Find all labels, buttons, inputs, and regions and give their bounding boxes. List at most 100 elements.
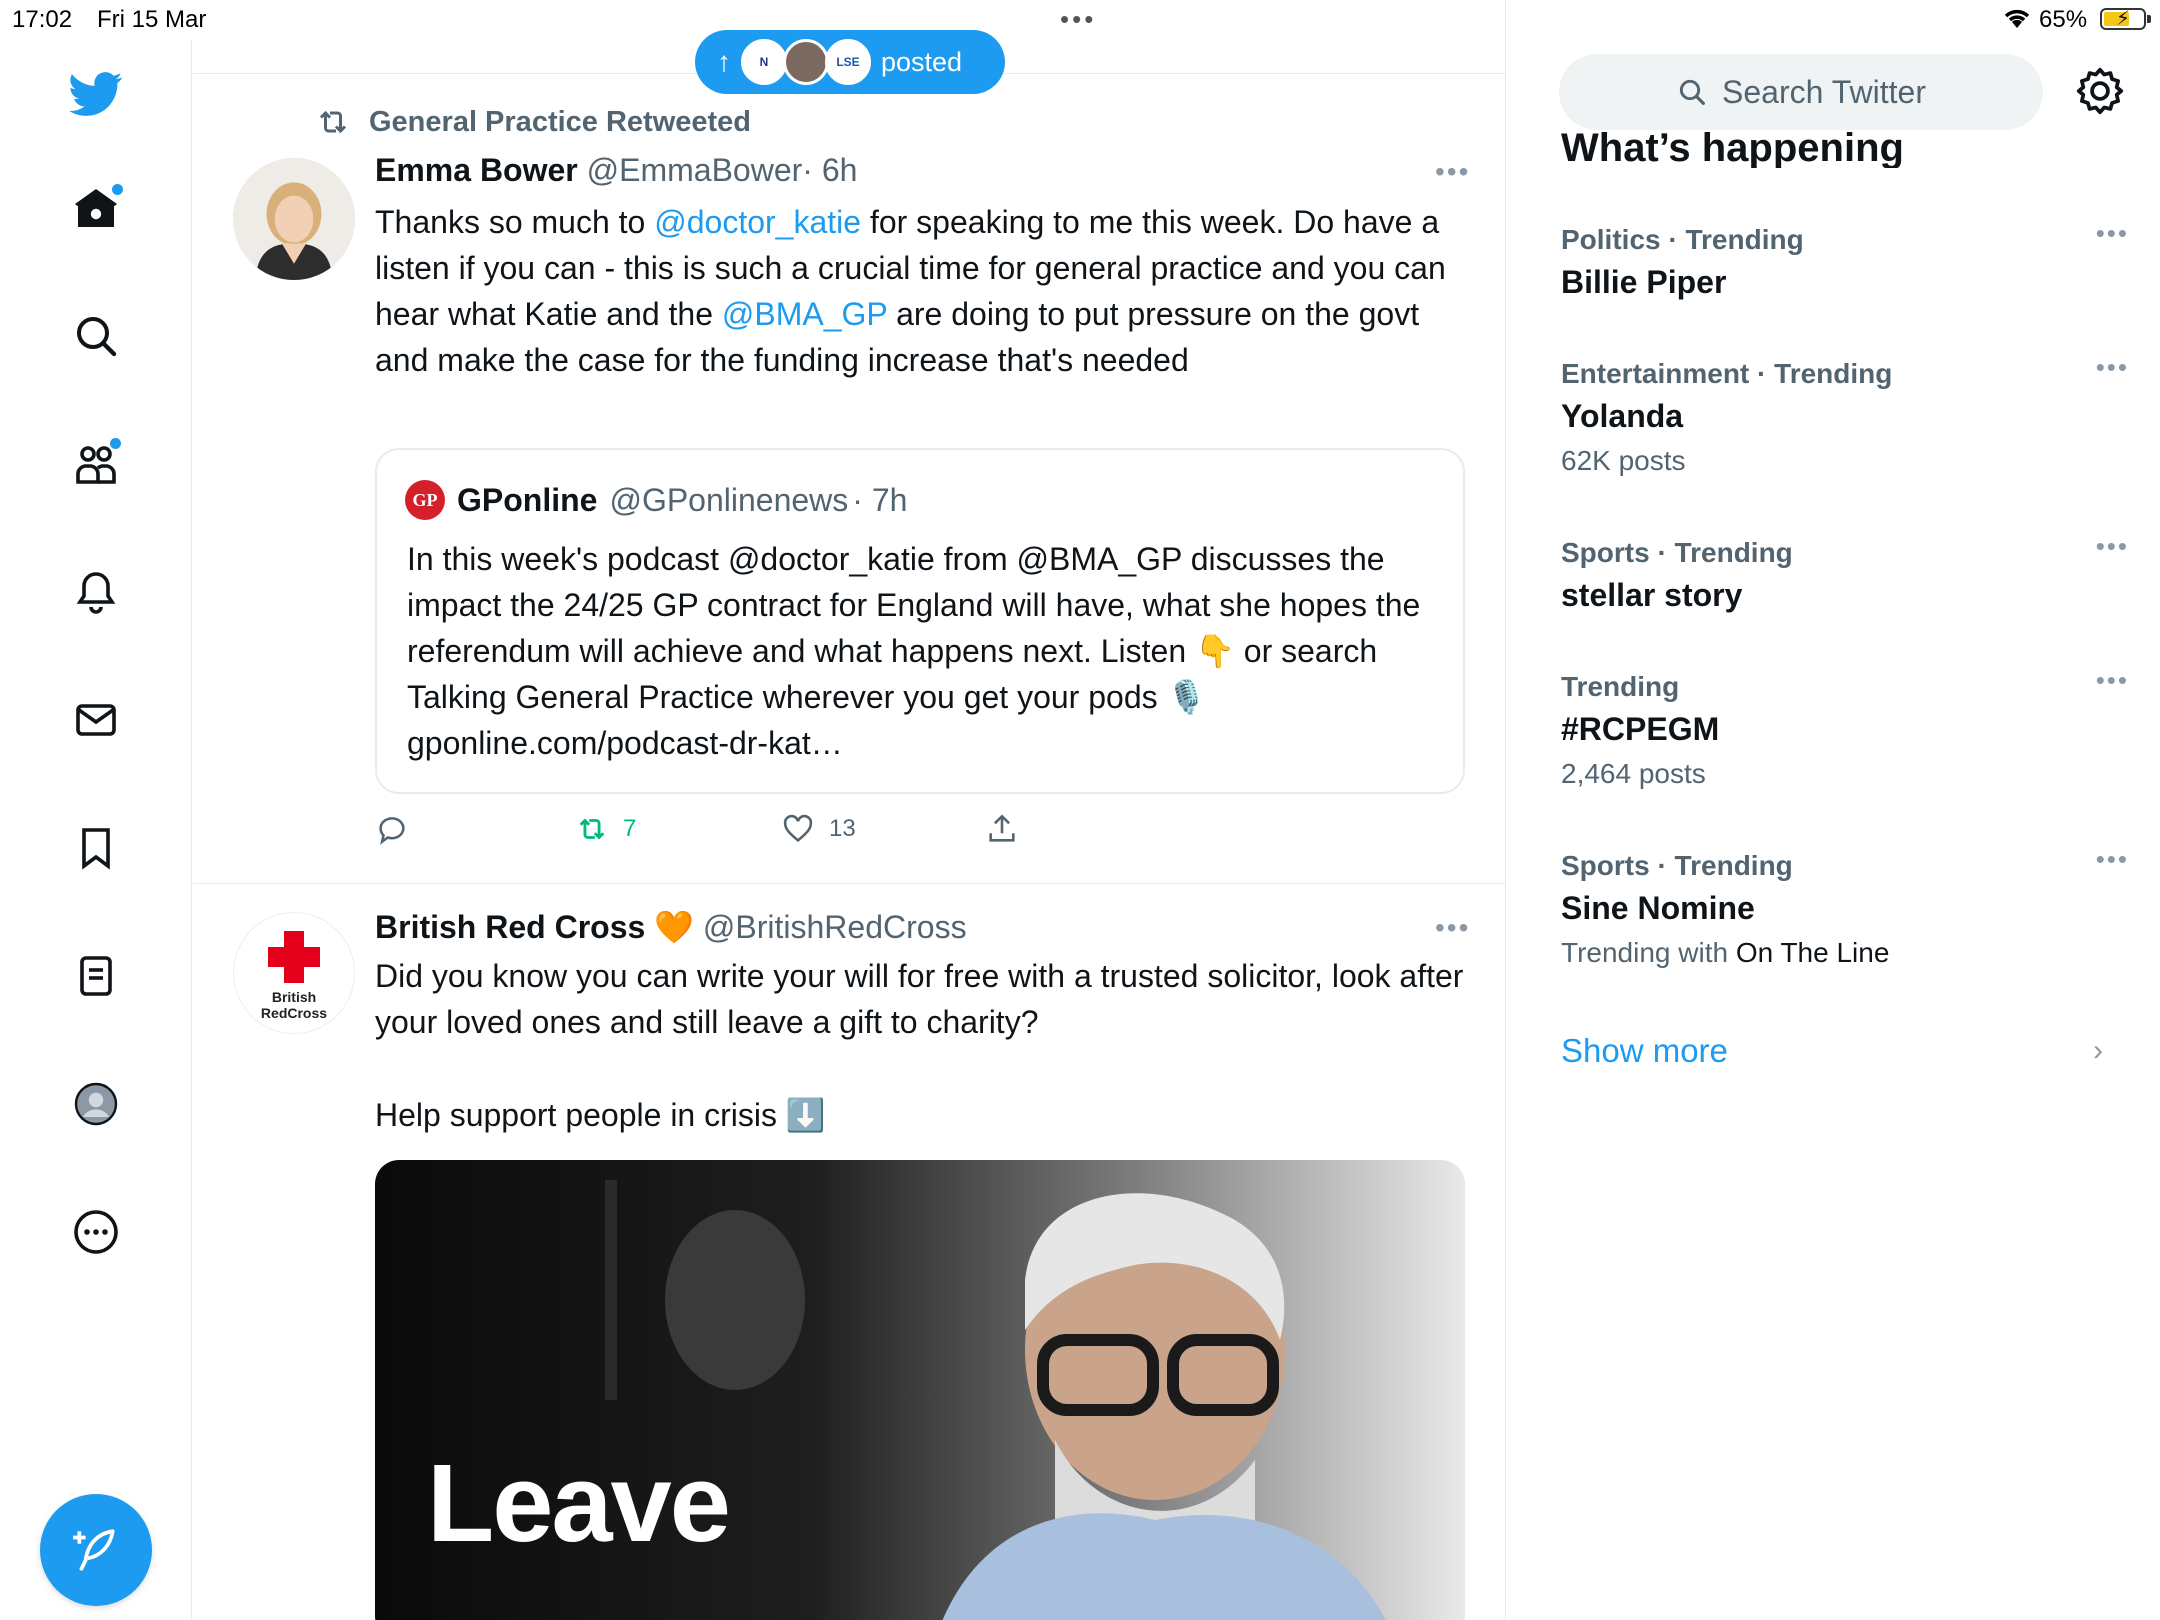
avatar-text-british: British xyxy=(271,989,317,1005)
right-sidebar: Search Twitter What’s happening Politics… xyxy=(1507,40,2160,1620)
mention-link[interactable]: @BMA_GP xyxy=(722,296,887,332)
whats-happening-title: What’s happening xyxy=(1561,126,1904,168)
search-icon xyxy=(1679,79,1705,105)
retweet-context[interactable]: General Practice Retweeted xyxy=(315,104,751,140)
settings-gear-icon[interactable] xyxy=(2075,66,2125,116)
tweet-divider xyxy=(193,883,1505,884)
retweet-action-icon xyxy=(579,818,605,840)
tweet1-actions: 7 13 xyxy=(193,812,1505,852)
compose-feather-icon xyxy=(73,1529,115,1571)
trend-title: Yolanda xyxy=(1561,398,1684,434)
trend-post-count: 62K posts xyxy=(1561,445,1686,476)
battery-icon: ⚡ xyxy=(2100,8,2151,30)
left-nav xyxy=(0,40,192,1620)
profile-avatar-icon[interactable] xyxy=(62,1070,130,1138)
trend-item[interactable]: Entertainment · Trending Yolanda 62K pos… xyxy=(1561,352,2127,477)
pill-avatar-rcn: N xyxy=(741,39,787,85)
like-count: 13 xyxy=(829,815,856,842)
reply-button[interactable] xyxy=(375,812,409,846)
quoted-tweet[interactable]: GP GPonline @GPonlinenews · 7h In this we… xyxy=(375,448,1465,794)
status-date: Fri 15 Mar xyxy=(97,6,207,33)
quote-header: GP GPonline @GPonlinenews · 7h xyxy=(405,480,907,520)
trend-item[interactable]: Trending #RCPEGM 2,464 posts ••• xyxy=(1561,665,2127,790)
trend-more-icon[interactable]: ••• xyxy=(2096,352,2129,383)
trend-item[interactable]: Sports · Trending Sine Nomine Trending w… xyxy=(1561,844,2127,969)
compose-tweet-button[interactable] xyxy=(40,1494,152,1606)
tweet-more-icon[interactable]: ••• xyxy=(1435,156,1470,188)
trend-context-prefix: Trending with xyxy=(1561,937,1736,968)
tweet-more-icon[interactable]: ••• xyxy=(1435,912,1470,944)
share-icon xyxy=(989,814,1015,842)
trend-more-icon[interactable]: ••• xyxy=(2096,844,2129,875)
trend-post-count: 2,464 posts xyxy=(1561,758,1706,789)
trend-item[interactable]: Sports · Trending stellar story ••• xyxy=(1561,531,2127,614)
home-icon[interactable] xyxy=(62,174,130,242)
trend-title: #RCPEGM xyxy=(1561,711,1720,747)
retweet-icon xyxy=(319,110,347,134)
trend-more-icon[interactable]: ••• xyxy=(2096,218,2129,249)
new-posts-pill[interactable]: ↑ N LSE posted xyxy=(695,30,1005,94)
trend-category: Sports · Trending xyxy=(1561,537,1793,568)
trend-category: Sports · Trending xyxy=(1561,850,1793,881)
retweet-count: 7 xyxy=(623,815,637,842)
trend-title: stellar story xyxy=(1561,577,1743,613)
author-name[interactable]: British Red Cross xyxy=(375,909,645,945)
author-name[interactable]: Emma Bower xyxy=(375,152,578,188)
trend-more-icon[interactable]: ••• xyxy=(2096,531,2129,562)
emma-bower-avatar[interactable] xyxy=(233,158,355,280)
like-button[interactable]: 13 xyxy=(781,812,856,846)
wifi-icon xyxy=(2002,6,2032,37)
trend-more-icon[interactable]: ••• xyxy=(2096,665,2129,696)
new-posts-label: posted xyxy=(881,46,963,77)
author-handle[interactable]: @BritishRedCross xyxy=(703,909,967,945)
lists-icon[interactable] xyxy=(62,942,130,1010)
twitter-logo-icon[interactable] xyxy=(62,60,130,128)
tweet1-header: Emma Bower @EmmaBower· 6h xyxy=(375,152,857,189)
reply-icon xyxy=(379,817,405,845)
bookmarks-icon[interactable] xyxy=(62,814,130,882)
trend-title: Sine Nomine xyxy=(1561,890,1755,926)
arrow-up-icon: ↑ xyxy=(717,46,731,77)
tweet2-text-2: Help support people in crisis ⬇️ xyxy=(375,1097,826,1133)
trend-category: Politics · Trending xyxy=(1561,224,1804,255)
quote-text: In this week's podcast @doctor_katie fro… xyxy=(407,541,1421,761)
tweet2-header: British Red Cross 🧡 @BritishRedCross xyxy=(375,908,967,946)
messages-mail-icon[interactable] xyxy=(62,686,130,754)
status-time: 17:02 xyxy=(12,6,73,33)
chevron-right-icon: › xyxy=(2093,1034,2103,1067)
mention-link[interactable]: @doctor_katie xyxy=(654,204,861,240)
gponline-logo-icon: GP xyxy=(405,480,445,520)
british-red-cross-avatar[interactable]: British RedCross xyxy=(233,912,355,1034)
author-handle[interactable]: @EmmaBower xyxy=(587,152,803,188)
quote-author-name: GPonline xyxy=(457,481,598,518)
trend-title: Billie Piper xyxy=(1561,264,1727,300)
tweet-time[interactable]: · 6h xyxy=(802,152,857,188)
pill-avatar-person xyxy=(783,39,829,85)
search-input[interactable]: Search Twitter xyxy=(1559,54,2043,130)
tweet2-text-1: Did you know you can write your will for… xyxy=(375,958,1464,1040)
tweet1-text: Thanks so much to @doctor_katie for spea… xyxy=(375,199,1475,383)
quote-time: · 7h xyxy=(852,481,908,518)
tweet-media-image[interactable]: Leave xyxy=(375,1160,1465,1620)
search-placeholder: Search Twitter xyxy=(1722,73,1926,110)
battery-percent: 65% xyxy=(2039,6,2088,33)
avatar-text-redcross: RedCross xyxy=(260,1005,328,1021)
media-headline: Leave xyxy=(427,1442,731,1565)
trend-category: Trending xyxy=(1561,671,1680,702)
notifications-bell-icon[interactable] xyxy=(62,558,130,626)
pill-avatar-lse: LSE xyxy=(825,39,871,85)
more-options-icon[interactable] xyxy=(62,1198,130,1266)
communities-icon[interactable] xyxy=(62,430,130,498)
tweet-text-segment: Thanks so much to xyxy=(375,204,655,240)
explore-search-icon[interactable] xyxy=(62,302,130,370)
quote-author-handle: @GPonlinenews xyxy=(609,481,849,518)
trend-context-topic: On The Line xyxy=(1735,937,1890,968)
heart-emoji: 🧡 xyxy=(654,909,695,945)
trend-context: Trending with On The Line xyxy=(1561,937,2121,969)
share-button[interactable] xyxy=(985,812,1019,846)
retweeted-by-label: General Practice Retweeted xyxy=(369,105,752,138)
retweet-button[interactable]: 7 xyxy=(575,812,636,846)
trend-item[interactable]: Politics · Trending Billie Piper ••• xyxy=(1561,218,2127,301)
show-more-link[interactable]: Show more xyxy=(1561,1032,1728,1070)
timeline: ↑ N LSE posted General Practice Retweete… xyxy=(193,0,1506,1620)
